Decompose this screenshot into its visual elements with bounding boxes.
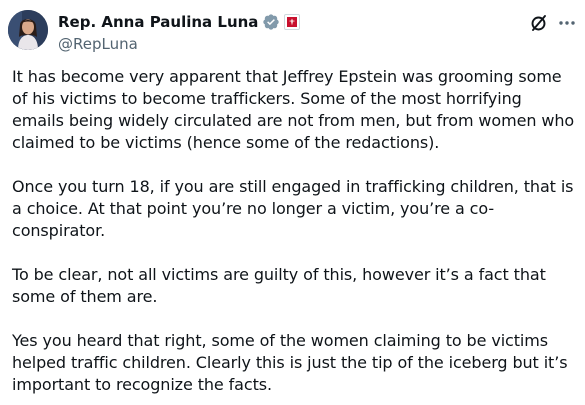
post-card: Rep. Anna Paulina Luna @RepLuna It has b… bbox=[0, 0, 585, 405]
more-options-icon[interactable] bbox=[557, 13, 577, 33]
author-block: Rep. Anna Paulina Luna @RepLuna bbox=[58, 11, 301, 54]
post-text: It has become very apparent that Jeffrey… bbox=[12, 66, 577, 396]
post-paragraph: Yes you heard that right, some of the wo… bbox=[12, 331, 568, 394]
grok-icon[interactable] bbox=[529, 13, 549, 33]
author-display-name[interactable]: Rep. Anna Paulina Luna bbox=[58, 12, 258, 32]
avatar[interactable] bbox=[8, 10, 48, 50]
post-paragraph: It has become very apparent that Jeffrey… bbox=[12, 67, 575, 152]
post-paragraph: To be clear, not all victims are guilty … bbox=[12, 265, 546, 306]
author-handle[interactable]: @RepLuna bbox=[58, 34, 300, 54]
post-paragraph: Once you turn 18, if you are still engag… bbox=[12, 177, 574, 240]
verified-check-icon[interactable] bbox=[262, 13, 280, 31]
congress-affiliation-icon[interactable] bbox=[284, 14, 301, 30]
author-name-row: Rep. Anna Paulina Luna bbox=[58, 11, 301, 33]
